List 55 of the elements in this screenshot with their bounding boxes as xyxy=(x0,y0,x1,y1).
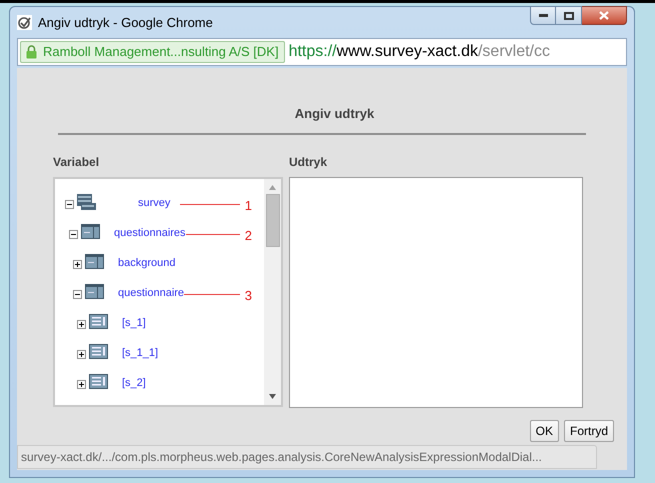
scrollbar[interactable] xyxy=(264,178,281,404)
expand-toggle[interactable] xyxy=(73,260,82,269)
dialog-button[interactable]: Fortryd xyxy=(564,420,614,442)
scrollbar-thumb[interactable] xyxy=(266,194,280,246)
plus-icon xyxy=(78,381,85,388)
tree-item[interactable]: questionnaires xyxy=(114,225,186,242)
annotation-number: 3 xyxy=(244,287,252,306)
maximize-icon xyxy=(564,12,574,20)
expand-toggle[interactable] xyxy=(77,380,86,389)
collapse-toggle[interactable] xyxy=(65,200,74,209)
tree-item[interactable]: [s_1_1] xyxy=(122,345,158,362)
collapse-toggle[interactable] xyxy=(69,230,78,239)
url-text: https://www.survey-xact.dk/servlet/cc xyxy=(288,42,550,62)
lock-icon xyxy=(26,45,37,59)
tree-item[interactable]: background xyxy=(118,255,176,272)
leader-line xyxy=(180,204,240,205)
minus-icon xyxy=(66,201,73,208)
window-title: Angiv udtryk - Google Chrome xyxy=(38,14,213,32)
dialog-heading: Angiv udtryk xyxy=(294,105,376,123)
window-panel-icon xyxy=(81,224,100,240)
dialog-button[interactable]: OK xyxy=(530,420,559,442)
window-panel-icon xyxy=(85,284,104,300)
minimize-button[interactable] xyxy=(530,6,556,25)
expand-toggle[interactable] xyxy=(77,350,86,359)
annotation-number: 1 xyxy=(244,197,252,216)
tree-item[interactable]: survey xyxy=(138,195,170,212)
stacked-rows-icon xyxy=(77,194,96,210)
tree-item[interactable]: [s_1] xyxy=(122,315,146,332)
expand-toggle[interactable] xyxy=(77,320,86,329)
variable-label: Variabel xyxy=(53,154,100,170)
address-bar[interactable]: Ramboll Management...nsulting A/S [DK] https://www.survey-xact.dk/servlet/cc xyxy=(17,38,627,66)
leader-line xyxy=(184,294,240,295)
plus-icon xyxy=(78,351,85,358)
window-panel-icon xyxy=(85,254,104,270)
minus-icon xyxy=(74,291,81,298)
status-bar: survey-xact.dk/.../com.pls.morpheus.web.pages.analysis.CoreNewAnalysisExpressionModalDial... xyxy=(17,445,597,469)
annotation-number: 2 xyxy=(244,227,252,246)
plus-icon xyxy=(78,321,85,328)
close-button[interactable] xyxy=(582,6,627,25)
app-icon xyxy=(17,15,32,30)
close-icon xyxy=(599,11,609,20)
scroll-down-icon[interactable] xyxy=(269,394,276,398)
tree-item[interactable]: [s_2] xyxy=(122,375,146,392)
leader-line xyxy=(186,234,240,235)
expression-field[interactable] xyxy=(289,176,583,408)
maximize-button[interactable] xyxy=(556,6,582,25)
collapse-toggle[interactable] xyxy=(73,290,82,299)
minus-icon xyxy=(70,231,77,238)
list-icon xyxy=(89,374,108,390)
tree-item[interactable]: questionnaire xyxy=(118,285,184,302)
list-icon xyxy=(89,344,108,360)
list-icon xyxy=(89,314,108,330)
expression-label: Udtryk xyxy=(289,154,328,170)
minimize-icon xyxy=(538,14,548,17)
plus-icon xyxy=(74,261,81,268)
